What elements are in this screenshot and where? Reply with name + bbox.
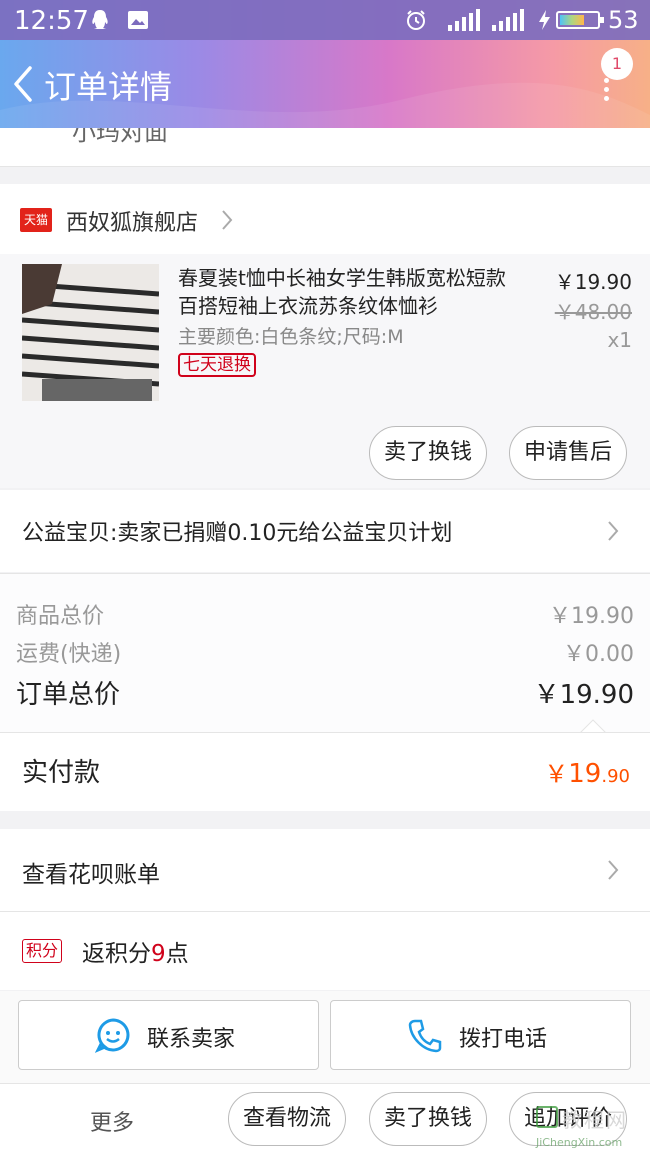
shipping-label: 运费(快递) xyxy=(16,642,122,667)
sell-for-cash-button[interactable]: 卖了换钱 xyxy=(369,426,487,480)
image-notification-icon xyxy=(128,11,148,29)
shop-name[interactable]: 西奴狐旗舰店 xyxy=(66,205,198,237)
return-policy-tag: 七天退换 xyxy=(178,353,256,377)
points-badge: 积分 xyxy=(22,939,63,963)
tmall-icon: 天猫 xyxy=(20,208,52,232)
paid-dec: .90 xyxy=(601,766,630,787)
more-link[interactable]: 更多 xyxy=(90,1105,134,1137)
after-sale-button[interactable]: 申请售后 xyxy=(509,426,627,480)
battery-icon xyxy=(556,11,604,29)
product-original-price: ￥48.00 xyxy=(554,300,632,324)
product-thumbnail[interactable] xyxy=(22,264,159,401)
points-prefix: 返积分 xyxy=(82,941,151,967)
striped-shirt-image xyxy=(22,264,159,401)
watermark: 教程网 JiChengXin.com xyxy=(532,1102,650,1155)
status-time: 12:57 xyxy=(14,6,89,36)
signal-icon xyxy=(448,9,482,31)
qq-icon xyxy=(92,10,108,29)
back-arrow-icon[interactable] xyxy=(10,64,36,104)
paid-int: 19 xyxy=(568,759,602,789)
address-section: 小玛对面 xyxy=(0,128,650,166)
contact-seller-label: 联系卖家 xyxy=(147,1027,236,1052)
alarm-icon xyxy=(407,10,425,30)
notification-badge: 1 xyxy=(601,48,633,80)
shipping-value: ￥0.00 xyxy=(563,642,634,667)
charity-text: 公益宝贝:卖家已捐赠0.10元给公益宝贝计划 xyxy=(22,521,453,546)
call-phone-button[interactable]: 拨打电话 xyxy=(330,1000,631,1070)
address-partial: 小玛对面 xyxy=(72,128,168,146)
points-value: 9 xyxy=(151,941,166,967)
divider xyxy=(0,166,650,167)
points-suffix: 点 xyxy=(165,941,189,967)
watermark-logo-icon xyxy=(536,1106,558,1128)
product-quantity: x1 xyxy=(607,328,632,352)
chevron-right-icon xyxy=(608,521,619,541)
battery-percent: 53 xyxy=(608,6,639,34)
order-total-value: ￥19.90 xyxy=(533,680,634,710)
order-total-label: 订单总价 xyxy=(16,680,121,710)
call-phone-label: 拨打电话 xyxy=(459,1027,548,1052)
goods-total-value: ￥19.90 xyxy=(549,604,634,629)
watermark-url: JiChengXin.com xyxy=(536,1136,623,1149)
view-logistics-button[interactable]: 查看物流 xyxy=(228,1092,346,1146)
paid-label: 实付款 xyxy=(22,758,101,788)
paid-amount: ￥19.90 xyxy=(544,754,630,789)
page-title: 订单详情 xyxy=(44,68,173,106)
phone-icon xyxy=(408,1019,442,1053)
product-title[interactable]: 春夏装t恤中长袖女学生韩版宽松短款百搭短袖上衣流苏条纹体恤衫 xyxy=(178,264,518,320)
status-bar: 12:57 53 xyxy=(0,0,650,40)
chat-face-icon xyxy=(95,1018,130,1053)
product-price: ￥19.90 xyxy=(554,270,632,294)
paid-currency: ￥ xyxy=(544,760,569,788)
goods-total-label: 商品总价 xyxy=(16,604,105,629)
contact-seller-button[interactable]: 联系卖家 xyxy=(18,1000,319,1070)
charging-icon xyxy=(539,10,550,30)
signal-icon-2 xyxy=(492,9,526,31)
sell-for-cash-bottom-button[interactable]: 卖了换钱 xyxy=(369,1092,487,1146)
chevron-right-icon xyxy=(222,210,233,230)
huabei-label: 查看花呗账单 xyxy=(22,862,160,888)
product-sku: 主要颜色:白色条纹;尺码:M xyxy=(178,326,404,348)
points-text: 返积分9点 xyxy=(82,934,189,968)
chevron-right-icon xyxy=(608,860,619,880)
watermark-text: 教程网 xyxy=(562,1108,628,1132)
